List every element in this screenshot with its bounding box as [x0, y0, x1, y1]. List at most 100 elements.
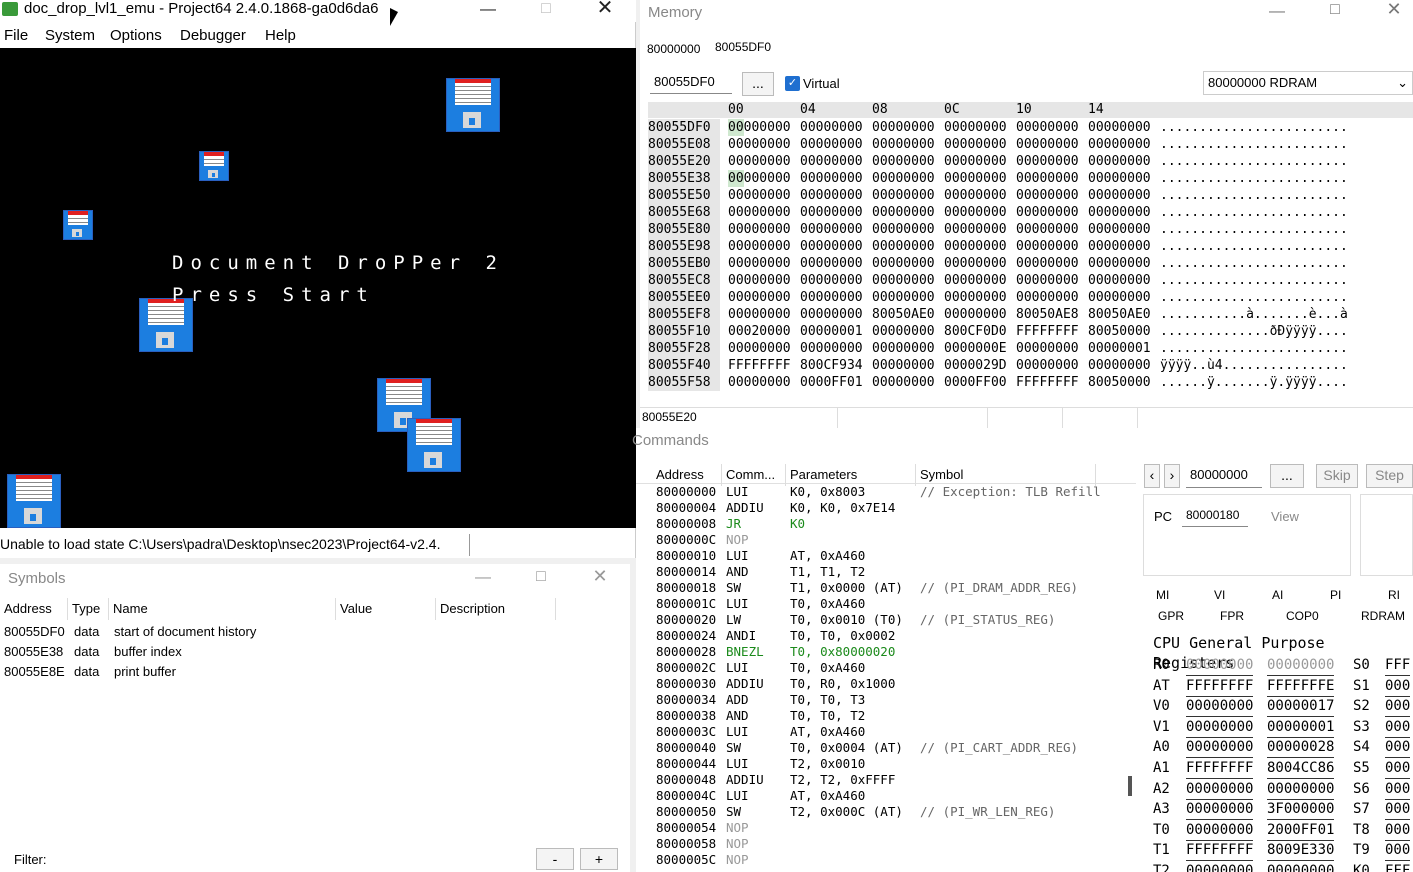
pc-view-button[interactable]: View [1271, 509, 1299, 524]
disasm-row[interactable]: 80000038 AND T0, T0, T2 [656, 708, 1126, 724]
memory-word[interactable]: 800CF934 [800, 357, 863, 374]
skip-button[interactable]: Skip [1316, 464, 1358, 488]
memory-word[interactable]: 00000000 [800, 119, 863, 136]
memory-row[interactable]: 80055EB0 00000000 00000000 00000000 00000000… [648, 255, 1413, 272]
disasm-row[interactable]: 80000028 BNEZL T0, 0x80000020 [656, 644, 1126, 660]
memory-word[interactable]: 00000000 [728, 255, 791, 272]
memory-word[interactable]: 00000000 [800, 340, 863, 357]
memory-word[interactable]: 00000000 [872, 136, 935, 153]
disasm-row[interactable]: 8000003C LUI AT, 0xA460 [656, 724, 1126, 740]
memory-word[interactable]: 00020000 [728, 323, 791, 340]
memory-word[interactable]: 00000000 [728, 119, 791, 136]
memory-word[interactable]: 00000001 [800, 323, 863, 340]
memory-word[interactable]: 00000000 [1088, 136, 1151, 153]
memory-word[interactable]: 00000000 [800, 238, 863, 255]
disasm-row[interactable]: 80000040 SW T0, 0x0004 (AT) // (PI_CART_ADD… [656, 740, 1126, 756]
close-icon[interactable]: ✕ [590, 0, 620, 18]
tab-rdram[interactable]: RDRAM [1361, 609, 1405, 623]
memory-word[interactable]: 00000000 [1088, 204, 1151, 221]
menu-options[interactable]: Options [110, 27, 162, 44]
memory-word[interactable]: 00000000 [728, 289, 791, 306]
memory-word[interactable]: 00000000 [872, 238, 935, 255]
register-lo[interactable]: 8009E330 [1267, 840, 1335, 862]
memory-word[interactable]: 80050AE0 [872, 306, 935, 323]
memory-word[interactable]: 00000000 [944, 153, 1007, 170]
memory-row[interactable]: 80055E50 00000000 00000000 00000000 00000000… [648, 187, 1413, 204]
maximize-icon[interactable]: □ [1320, 2, 1350, 18]
disasm-row[interactable]: 80000058 NOP [656, 836, 1126, 852]
register-hi[interactable]: 00000000 [1186, 820, 1254, 841]
col-command[interactable]: Comm... [722, 464, 786, 486]
memory-word[interactable]: FFFFFFFF [1016, 374, 1079, 391]
col-value[interactable]: Value [336, 598, 436, 620]
remove-symbol-button[interactable]: - [536, 848, 574, 870]
memory-address-input[interactable]: 80055DF0 [650, 72, 732, 94]
tab-pi[interactable]: PI [1330, 588, 1341, 602]
disasm-row[interactable]: 8000002C LUI T0, 0xA460 [656, 660, 1126, 676]
tab-vi[interactable]: VI [1214, 588, 1225, 602]
memory-region-select[interactable]: 80000000 RDRAM ⌄ [1203, 71, 1413, 95]
disasm-row[interactable]: 80000030 ADDIU T0, R0, 0x1000 [656, 676, 1126, 692]
memory-word[interactable]: 00000000 [944, 306, 1007, 323]
register-hi[interactable]: 00000000 [1186, 779, 1254, 800]
register-lo[interactable]: 00000001 [1267, 717, 1335, 738]
memory-word[interactable]: 80050AE8 [1016, 306, 1079, 323]
memory-grid[interactable]: 80055DF0 00000000 00000000 00000000 00000000… [640, 119, 1413, 391]
memory-word[interactable]: 00000000 [872, 255, 935, 272]
disasm-row[interactable]: 80000018 SW T1, 0x0000 (AT) // (PI_DRAM_ADD… [656, 580, 1126, 596]
memory-word[interactable]: 00000000 [1016, 187, 1079, 204]
memory-word[interactable]: 0000FF01 [800, 374, 863, 391]
memory-word[interactable]: 00000000 [872, 170, 935, 187]
disasm-row[interactable]: 80000044 LUI T2, 0x0010 [656, 756, 1126, 772]
memory-word[interactable]: 00000000 [872, 357, 935, 374]
memory-word[interactable]: 00000000 [728, 170, 791, 187]
memory-row[interactable]: 80055E80 00000000 00000000 00000000 00000000… [648, 221, 1413, 238]
register-value-2[interactable]: 000 [1385, 737, 1411, 759]
memory-word[interactable]: 00000000 [728, 187, 791, 204]
memory-word[interactable]: FFFFFFFF [728, 357, 791, 374]
memory-word[interactable]: 00000000 [800, 153, 863, 170]
disasm-row[interactable]: 8000001C LUI T0, 0xA460 [656, 596, 1126, 612]
memory-row[interactable]: 80055F40 FFFFFFFF 800CF934 00000000 0000029D… [648, 357, 1413, 374]
register-hi[interactable]: 00000000 [1186, 717, 1254, 738]
memory-word[interactable]: 00000000 [944, 170, 1007, 187]
memory-word[interactable]: 00000000 [800, 136, 863, 153]
memory-word[interactable]: 00000000 [1088, 221, 1151, 238]
maximize-icon[interactable]: □ [526, 569, 556, 585]
register-value-2[interactable]: 000 [1385, 758, 1411, 779]
register-hi[interactable]: 00000000 [1186, 861, 1253, 872]
memory-word[interactable]: 00000000 [1088, 153, 1151, 170]
disasm-row[interactable]: 80000054 NOP [656, 820, 1126, 836]
minimize-icon[interactable]: — [473, 2, 503, 18]
memory-word[interactable]: FFFFFFFF [1016, 323, 1079, 340]
memory-word[interactable]: 00000000 [728, 238, 791, 255]
register-lo[interactable]: FFFFFFFE [1267, 676, 1335, 697]
register-hi[interactable]: FFFFFFFF [1186, 840, 1254, 862]
memory-row[interactable]: 80055EF8 00000000 00000000 80050AE0 00000000… [648, 306, 1413, 323]
tab-ai[interactable]: AI [1272, 588, 1283, 602]
register-hi[interactable]: 00000000 [1186, 799, 1254, 821]
memory-word[interactable]: 00000000 [1016, 238, 1079, 255]
memory-word[interactable]: 00000000 [1088, 187, 1151, 204]
memory-browse-button[interactable]: ... [742, 72, 774, 96]
memory-word[interactable]: 80050000 [1088, 374, 1151, 391]
memory-word[interactable]: 00000000 [728, 204, 791, 221]
memory-word[interactable]: 00000000 [728, 272, 791, 289]
memory-word[interactable]: 00000000 [1016, 136, 1079, 153]
disasm-row[interactable]: 80000010 LUI AT, 0xA460 [656, 548, 1126, 564]
memory-word[interactable]: 0000000E [944, 340, 1007, 357]
memory-word[interactable]: 00000000 [944, 204, 1007, 221]
disasm-row[interactable]: 8000004C LUI AT, 0xA460 [656, 788, 1126, 804]
register-value-2[interactable]: 000 [1385, 717, 1411, 738]
minimize-icon[interactable]: — [468, 570, 498, 586]
memory-word[interactable]: 00000000 [800, 170, 863, 187]
memory-word[interactable]: 00000000 [944, 238, 1007, 255]
disasm-row[interactable]: 80000008 JR K0 [656, 516, 1126, 532]
memory-row[interactable]: 80055DF0 00000000 00000000 00000000 00000000… [648, 119, 1413, 136]
memory-word[interactable]: 00000000 [1016, 204, 1079, 221]
memory-word[interactable]: 80050000 [1088, 323, 1151, 340]
memory-row[interactable]: 80055E98 00000000 00000000 00000000 00000000… [648, 238, 1413, 255]
menu-file[interactable]: File [4, 27, 28, 44]
memory-word[interactable]: 00000000 [800, 255, 863, 272]
disassembly-list[interactable]: 80000000 LUI K0, 0x8003 // Exception: TLB R… [636, 484, 1136, 872]
